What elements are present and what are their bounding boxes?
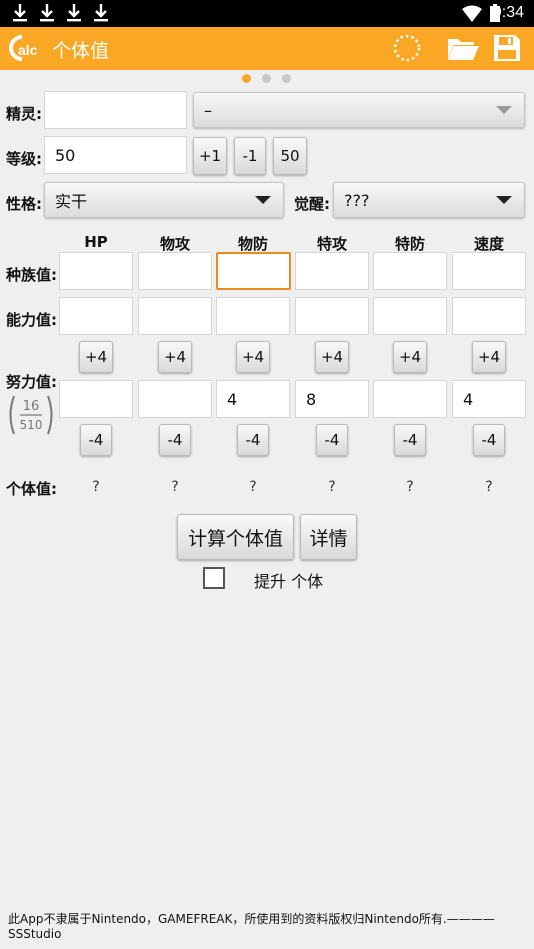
- header-sp-defense: 特防: [394, 235, 425, 253]
- pokemon-label: 精灵:: [6, 105, 42, 123]
- actual-speed-input[interactable]: [452, 297, 526, 335]
- hidden-power-select-value: ???: [344, 190, 370, 210]
- actual-sp-attack-input[interactable]: [295, 297, 369, 335]
- download-icon: [40, 4, 54, 22]
- iv-speed-value: ?: [485, 479, 493, 495]
- hidden-power-select[interactable]: ???: [333, 182, 525, 218]
- header-hp: HP: [84, 233, 108, 251]
- ev-minus4-defense-button[interactable]: -4: [237, 424, 269, 456]
- ev-minus4-speed-button[interactable]: -4: [473, 424, 505, 456]
- page-indicator: [0, 74, 534, 84]
- page-dot[interactable]: [282, 74, 291, 83]
- save-icon[interactable]: [493, 33, 521, 63]
- download-icon: [94, 4, 108, 22]
- base-sp-attack-input[interactable]: [295, 252, 369, 290]
- ev-attack-input[interactable]: [138, 380, 212, 418]
- calculate-iv-button[interactable]: 计算个体值: [177, 514, 294, 560]
- improve-iv-checkbox[interactable]: [203, 567, 225, 589]
- base-defense-input[interactable]: [216, 252, 291, 290]
- actual-defense-input[interactable]: [216, 297, 290, 335]
- calc-logo-icon: alc: [9, 35, 38, 61]
- ev-plus4-speed-button[interactable]: +4: [472, 341, 506, 373]
- ev-minus4-attack-button[interactable]: -4: [159, 424, 191, 456]
- actual-stats-label: 能力值:: [6, 311, 57, 329]
- nature-select-value: 实干: [55, 192, 88, 211]
- ev-plus4-sp-defense-button[interactable]: +4: [393, 341, 427, 373]
- nature-select[interactable]: 实干: [44, 182, 284, 218]
- ev-plus4-sp-attack-button[interactable]: +4: [315, 341, 349, 373]
- header-speed: 速度: [473, 235, 504, 253]
- actual-hp-input[interactable]: [59, 297, 133, 335]
- details-button[interactable]: 详情: [300, 514, 357, 560]
- base-stats-label: 种族值:: [6, 266, 57, 284]
- level-label: 等级:: [6, 150, 42, 168]
- ev-hp-input[interactable]: [59, 380, 133, 418]
- ev-total-fraction: 16 510: [9, 395, 53, 435]
- chevron-down-icon: [496, 106, 512, 114]
- level-50-button[interactable]: 50: [273, 137, 307, 175]
- open-folder-icon[interactable]: [446, 33, 480, 63]
- ev-sp-defense-input[interactable]: [373, 380, 447, 418]
- base-hp-input[interactable]: [59, 252, 133, 290]
- improve-iv-label: 提升 个体: [254, 572, 324, 591]
- ev-minus4-hp-button[interactable]: -4: [80, 424, 112, 456]
- app-bar: alc 个体值: [0, 27, 534, 70]
- svg-text:alc: alc: [18, 42, 38, 58]
- pokemon-input[interactable]: [44, 91, 187, 129]
- ev-label: 努力值:: [6, 373, 57, 391]
- ev-plus4-defense-button[interactable]: +4: [236, 341, 270, 373]
- ev-max: 510: [20, 418, 43, 432]
- iv-hp-value: ?: [92, 479, 100, 495]
- ev-defense-input[interactable]: 4: [216, 380, 290, 418]
- footer-disclaimer: 此App不隶属于Nintendo，GAMEFREAK，所使用到的资料版权归Nin…: [8, 912, 495, 941]
- status-bar: 9:34: [0, 0, 534, 27]
- page-dot-active[interactable]: [242, 74, 251, 83]
- hidden-power-label: 觉醒:: [294, 195, 330, 213]
- actual-sp-defense-input[interactable]: [373, 297, 447, 335]
- wifi-icon: [462, 5, 482, 22]
- header-attack: 物攻: [159, 235, 190, 253]
- loading-spinner-icon[interactable]: [392, 33, 422, 63]
- iv-defense-value: ?: [249, 479, 257, 495]
- base-attack-input[interactable]: [138, 252, 212, 290]
- iv-attack-value: ?: [171, 479, 179, 495]
- chevron-down-icon: [255, 196, 271, 204]
- nature-label: 性格:: [6, 195, 42, 213]
- status-time: 9:34: [492, 4, 524, 21]
- ev-plus4-hp-button[interactable]: +4: [79, 341, 113, 373]
- iv-label: 个体值:: [6, 480, 57, 498]
- ev-sp-attack-input[interactable]: 8: [295, 380, 369, 418]
- actual-attack-input[interactable]: [138, 297, 212, 335]
- iv-sp-attack-value: ?: [328, 479, 336, 495]
- ev-plus4-attack-button[interactable]: +4: [158, 341, 192, 373]
- ev-speed-input[interactable]: 4: [452, 380, 526, 418]
- page-dot[interactable]: [262, 74, 271, 83]
- ev-minus4-sp-defense-button[interactable]: -4: [394, 424, 426, 456]
- download-icon: [67, 4, 81, 22]
- level-minus1-button[interactable]: -1: [234, 137, 266, 175]
- header-sp-attack: 特攻: [316, 235, 347, 253]
- ev-total: 16: [23, 399, 40, 414]
- ev-minus4-sp-attack-button[interactable]: -4: [316, 424, 348, 456]
- header-defense: 物防: [237, 235, 268, 253]
- download-icon: [13, 4, 27, 22]
- chevron-down-icon: [496, 196, 512, 204]
- level-plus1-button[interactable]: +1: [193, 137, 227, 175]
- pokemon-select[interactable]: –: [193, 92, 525, 128]
- iv-sp-defense-value: ?: [406, 479, 414, 495]
- app-title: 个体值: [52, 40, 110, 62]
- level-input[interactable]: 50: [44, 136, 187, 174]
- base-speed-input[interactable]: [452, 252, 526, 290]
- base-sp-defense-input[interactable]: [373, 252, 447, 290]
- pokemon-select-value: –: [204, 100, 212, 120]
